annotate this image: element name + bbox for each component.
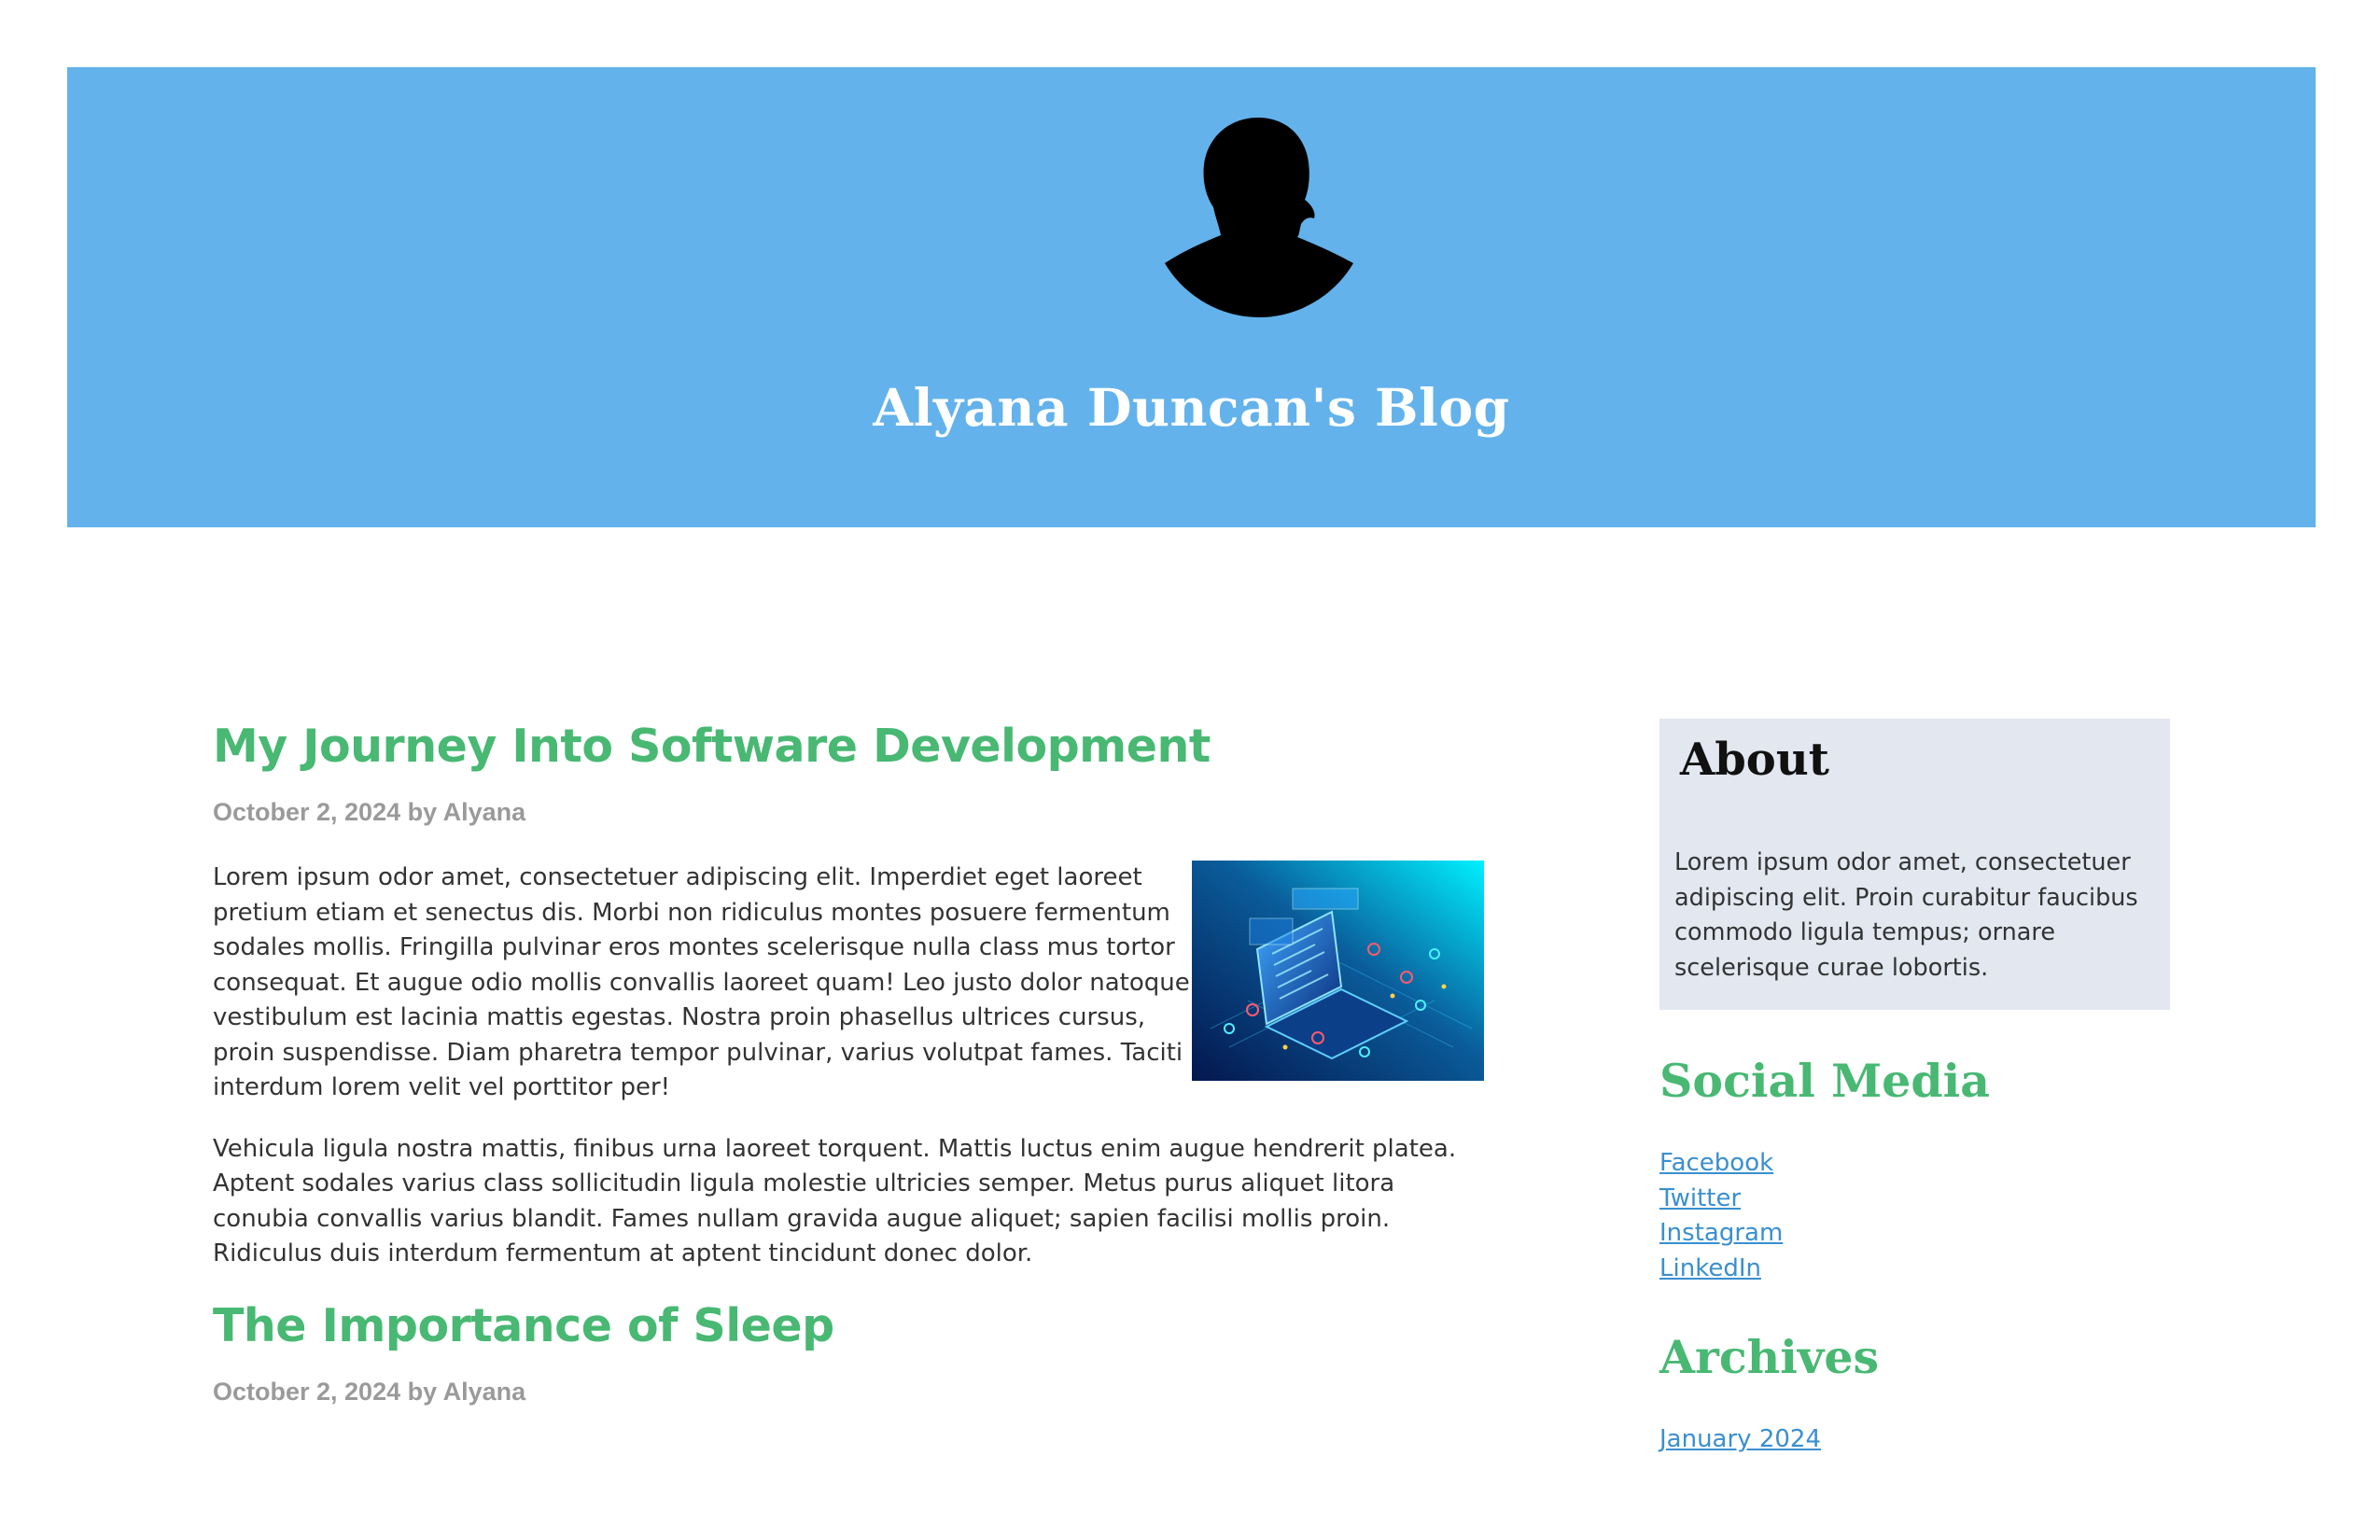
archives-list: January 2024 (1659, 1422, 2170, 1458)
blog-post: The Importance of Sleep October 2, 2024 … (213, 1298, 1484, 1408)
list-item: January 2024 (1659, 1422, 2170, 1458)
post-title[interactable]: The Importance of Sleep (213, 1298, 1484, 1354)
about-heading: About (1680, 734, 1829, 786)
list-item: Facebook (1659, 1146, 2170, 1182)
archive-link-january-2024[interactable]: January 2024 (1659, 1425, 1821, 1453)
about-text: Lorem ipsum odor amet, consectetuer adip… (1674, 848, 2138, 982)
social-media-widget: Social Media Facebook Twitter Instagram … (1659, 1053, 2170, 1286)
archives-widget: Archives January 2024 (1659, 1329, 2170, 1458)
site-title: Alyana Duncan's Blog (873, 376, 1510, 438)
about-widget: About Lorem ipsum odor amet, consectetue… (1659, 719, 2170, 1010)
archives-heading: Archives (1659, 1330, 1880, 1384)
blog-post: My Journey Into Software Development Oct… (213, 719, 1484, 1272)
list-item: LinkedIn (1659, 1252, 2170, 1287)
linkedin-link[interactable]: LinkedIn (1659, 1254, 1761, 1282)
list-item: Instagram (1659, 1216, 2170, 1252)
post-paragraph: Vehicula ligula nostra mattis, finibus u… (213, 1134, 1457, 1268)
post-meta: October 2, 2024 by Alyana (213, 798, 526, 826)
social-media-heading: Social Media (1659, 1054, 1990, 1108)
twitter-link[interactable]: Twitter (1659, 1184, 1741, 1212)
list-item: Twitter (1659, 1182, 2170, 1217)
facebook-link[interactable]: Facebook (1659, 1149, 1773, 1177)
instagram-link[interactable]: Instagram (1659, 1219, 1783, 1247)
laptop-technology-illustration (1192, 861, 1484, 1081)
post-title[interactable]: My Journey Into Software Development (213, 719, 1484, 775)
sidebar: About Lorem ipsum odor amet, consectetue… (1659, 719, 2170, 1458)
person-silhouette-icon (1165, 116, 1353, 317)
blog-header: Alyana Duncan's Blog (67, 67, 2316, 527)
main-content: My Journey Into Software Development Oct… (213, 719, 1484, 1408)
social-links-list: Facebook Twitter Instagram LinkedIn (1659, 1146, 2170, 1286)
post-meta: October 2, 2024 by Alyana (213, 1377, 526, 1406)
post-body: Lorem ipsum odor amet, consectetuer adip… (213, 861, 1484, 1272)
